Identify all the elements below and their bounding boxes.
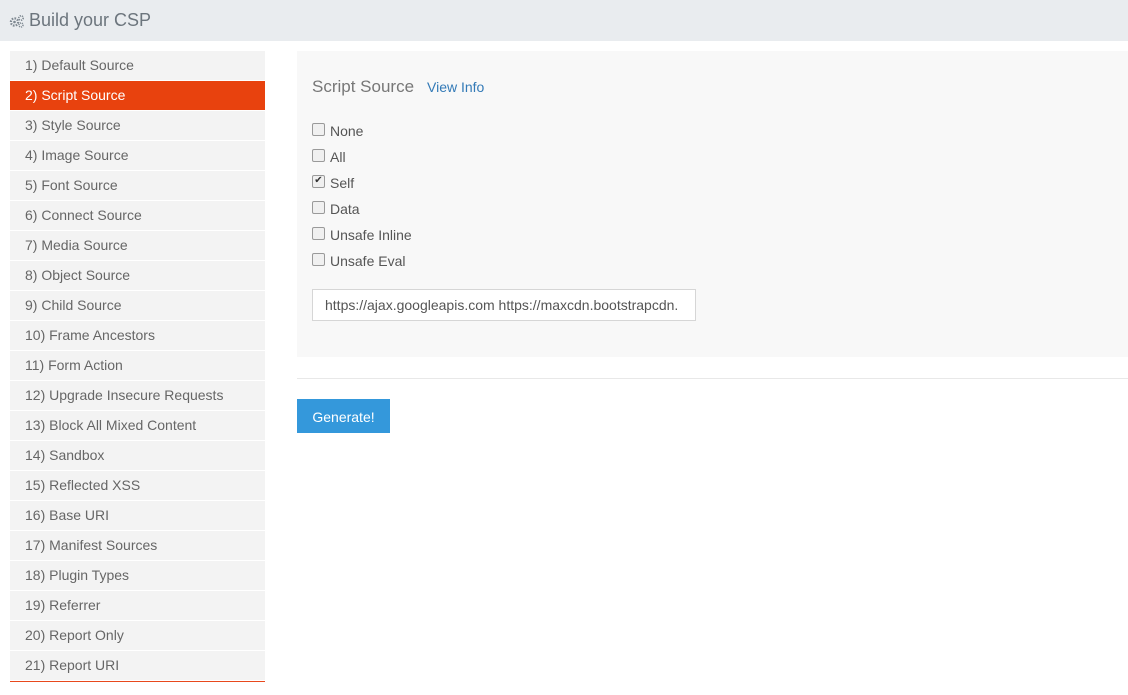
sidebar-item-manifest-sources[interactable]: 17) Manifest Sources — [10, 531, 265, 561]
option-label: Data — [330, 201, 360, 217]
option-all[interactable]: All — [312, 144, 412, 170]
sidebar-item-referrer[interactable]: 19) Referrer — [10, 591, 265, 621]
panel-heading: Script Source — [312, 77, 415, 96]
sidebar-item-base-uri[interactable]: 16) Base URI — [10, 501, 265, 531]
option-unsafe-inline[interactable]: Unsafe Inline — [312, 222, 412, 248]
sidebar-item-media-source[interactable]: 7) Media Source — [10, 231, 265, 261]
sidebar-item-script-source[interactable]: 2) Script Source — [10, 81, 265, 111]
checkbox-data[interactable] — [312, 200, 325, 214]
checkmark-icon: ✔ — [314, 175, 323, 186]
source-options: None All ✔ Self Data Unsafe Inline Unsaf… — [312, 118, 412, 274]
generate-button[interactable]: Generate! — [297, 399, 390, 433]
sidebar-item-frame-ancestors[interactable]: 10) Frame Ancestors — [10, 321, 265, 351]
option-label: All — [330, 149, 346, 165]
option-none[interactable]: None — [312, 118, 412, 144]
sidebar-item-default-source[interactable]: 1) Default Source — [10, 51, 265, 81]
option-unsafe-eval[interactable]: Unsafe Eval — [312, 248, 412, 274]
page-header: Build your CSP — [0, 0, 1128, 41]
checkbox-none[interactable] — [312, 122, 325, 136]
option-label: Unsafe Eval — [330, 253, 406, 269]
directive-panel: Script Source View Info None All ✔ Self … — [297, 51, 1128, 357]
option-label: Self — [330, 175, 355, 191]
directive-sidebar: 1) Default Source 2) Script Source 3) St… — [10, 51, 265, 682]
checkbox-all[interactable] — [312, 148, 325, 162]
sidebar-item-style-source[interactable]: 3) Style Source — [10, 111, 265, 141]
sidebar-item-report-uri[interactable]: 21) Report URI — [10, 651, 265, 681]
sidebar-item-plugin-types[interactable]: 18) Plugin Types — [10, 561, 265, 591]
cogs-icon — [9, 14, 25, 28]
sidebar-item-object-source[interactable]: 8) Object Source — [10, 261, 265, 291]
view-info-link[interactable]: View Info — [427, 79, 484, 95]
sidebar-item-child-source[interactable]: 9) Child Source — [10, 291, 265, 321]
sidebar-item-reflected-xss[interactable]: 15) Reflected XSS — [10, 471, 265, 501]
option-data[interactable]: Data — [312, 196, 412, 222]
source-urls-input[interactable]: https://ajax.googleapis.com https://maxc… — [312, 289, 696, 321]
checkbox-unsafe-eval[interactable] — [312, 252, 325, 266]
sidebar-item-sandbox[interactable]: 14) Sandbox — [10, 441, 265, 471]
sidebar-item-connect-source[interactable]: 6) Connect Source — [10, 201, 265, 231]
sidebar-item-form-action[interactable]: 11) Form Action — [10, 351, 265, 381]
sidebar-item-upgrade-insecure-requests[interactable]: 12) Upgrade Insecure Requests — [10, 381, 265, 411]
page-title: Build your CSP — [29, 10, 152, 30]
checkbox-unsafe-inline[interactable] — [312, 226, 325, 240]
divider — [297, 378, 1128, 379]
option-label: None — [330, 123, 364, 139]
sidebar-item-font-source[interactable]: 5) Font Source — [10, 171, 265, 201]
checkbox-self[interactable]: ✔ — [312, 174, 325, 188]
sidebar-item-block-all-mixed-content[interactable]: 13) Block All Mixed Content — [10, 411, 265, 441]
option-label: Unsafe Inline — [330, 227, 412, 243]
sidebar-item-image-source[interactable]: 4) Image Source — [10, 141, 265, 171]
sidebar-item-report-only[interactable]: 20) Report Only — [10, 621, 265, 651]
option-self[interactable]: ✔ Self — [312, 170, 412, 196]
